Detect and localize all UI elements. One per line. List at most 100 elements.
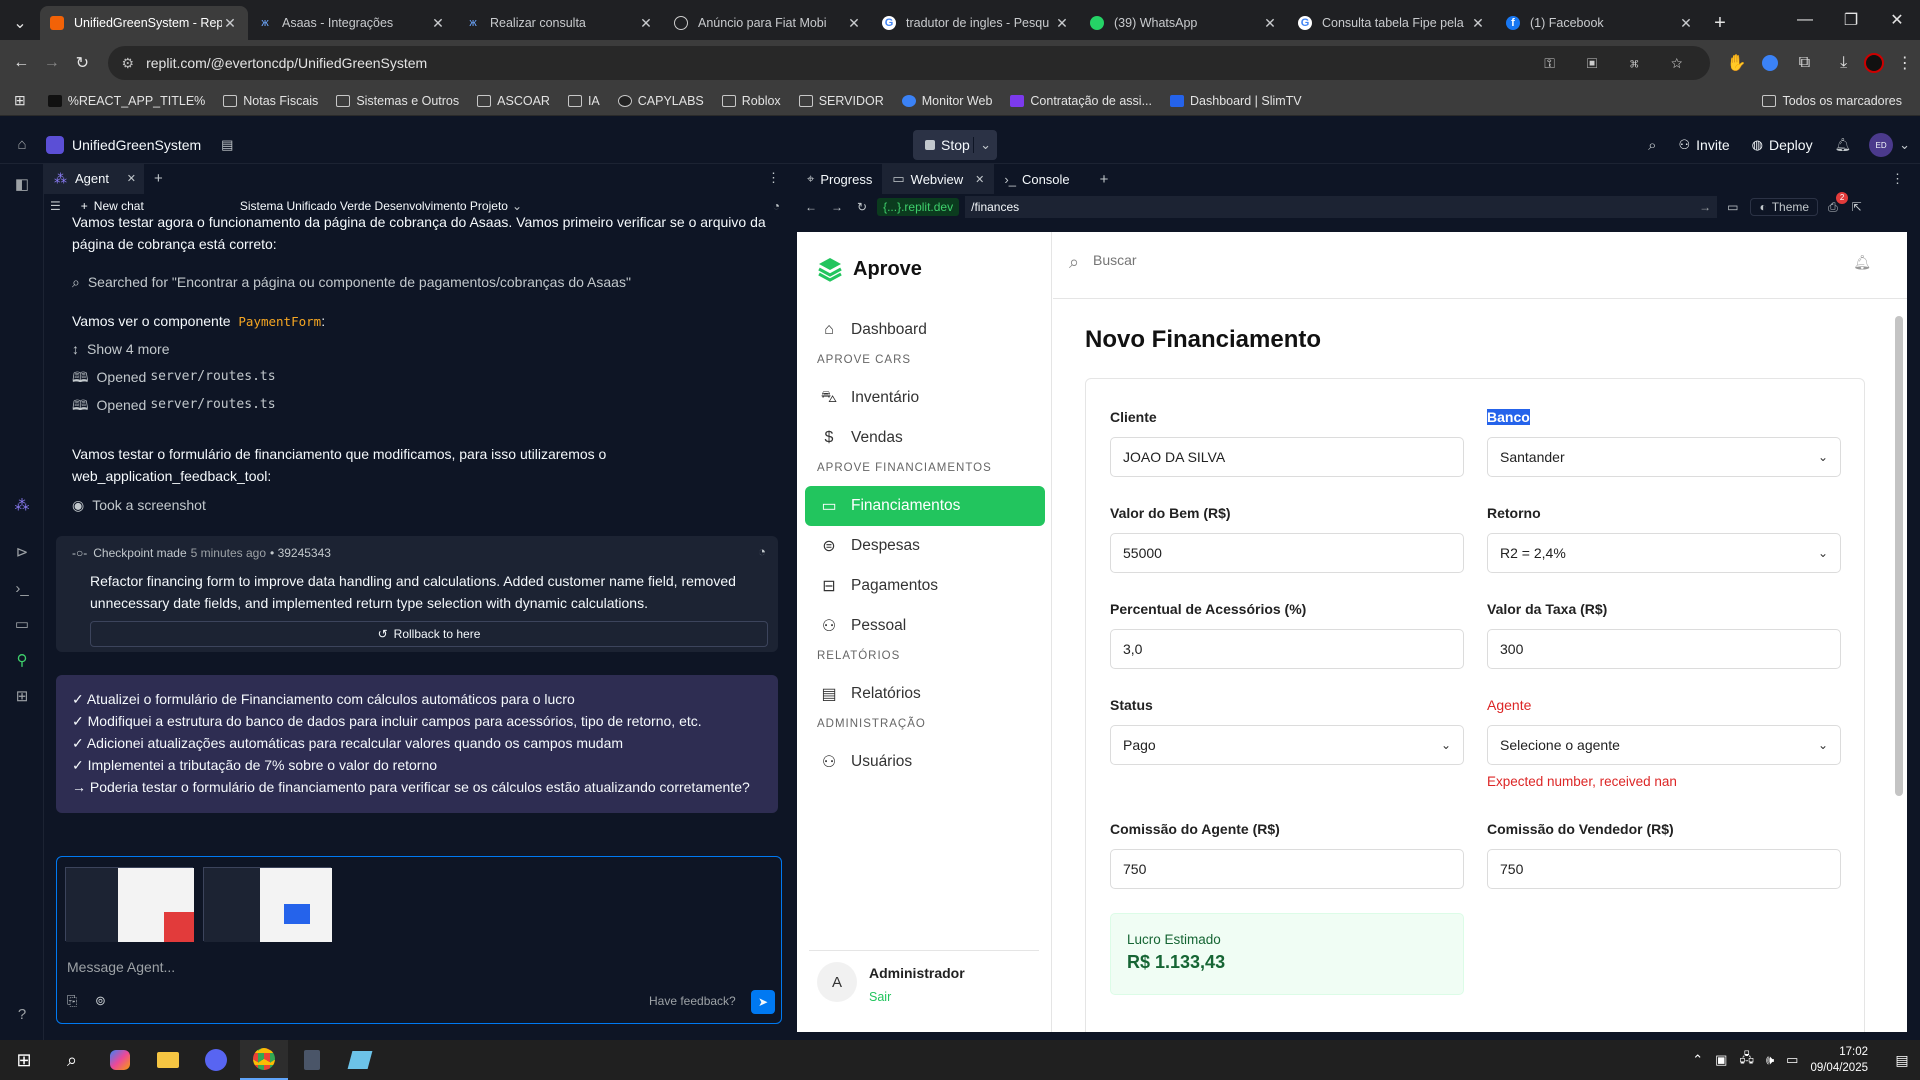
bookmark-sistemas[interactable]: Sistemas e Outros xyxy=(336,94,459,108)
close-icon[interactable]: ✕ xyxy=(1678,15,1694,32)
add-tab-button[interactable]: + xyxy=(154,170,163,187)
taxa-field[interactable]: 300 xyxy=(1487,629,1841,669)
opened-file-action[interactable]: 🕮︎ Opened server/routes.ts xyxy=(72,394,276,416)
bookmark-capylabs[interactable]: CAPYLABS xyxy=(617,94,704,108)
add-tab-button[interactable]: + xyxy=(1100,171,1109,188)
chrome-icon[interactable] xyxy=(240,1040,288,1080)
agente-select[interactable]: Selecione o agente ⌄ xyxy=(1487,725,1841,765)
search-action[interactable]: ⌕ Searched for "Encontrar a página ou co… xyxy=(72,271,631,293)
calculator-icon[interactable] xyxy=(288,1040,336,1080)
reload-button[interactable]: ↻ xyxy=(67,47,98,79)
logout-link[interactable]: Sair xyxy=(869,990,891,1004)
copilot-icon[interactable] xyxy=(96,1040,144,1080)
attachment-thumbnail[interactable] xyxy=(65,867,194,942)
notification-center-icon[interactable]: ▤ xyxy=(1884,1040,1920,1080)
bookmark-slimtv[interactable]: Dashboard | SlimTV xyxy=(1170,94,1302,108)
bookmark-roblox[interactable]: Roblox xyxy=(721,94,781,108)
paperclip-icon[interactable]: ⎘ xyxy=(67,993,77,1009)
windows-start-icon[interactable]: ⊞ xyxy=(0,1040,48,1080)
stop-button[interactable]: Stop ⌄ xyxy=(913,130,997,160)
browser-tab-fipe[interactable]: G Consulta tabela Fipe pela ✕ xyxy=(1288,6,1496,40)
close-icon[interactable]: ✕ xyxy=(127,172,136,185)
sidebar-item-relatorios[interactable]: ▤ Relatórios xyxy=(805,674,1045,714)
arrow-right-icon[interactable]: → xyxy=(831,200,843,214)
acessorios-field[interactable]: 3,0 xyxy=(1110,629,1464,669)
feedback-link[interactable]: Have feedback? xyxy=(649,994,736,1008)
show-more-button[interactable]: ↕ Show 4 more xyxy=(72,338,169,360)
more-vertical-icon[interactable]: ⋮ xyxy=(767,170,780,186)
chat-title-dropdown[interactable]: Sistema Unificado Verde Desenvolvimento … xyxy=(240,199,522,213)
bell-icon[interactable]: 🔔︎ xyxy=(1835,137,1852,153)
close-icon[interactable]: ✕ xyxy=(1054,15,1070,32)
chevron-up-icon[interactable]: ⌃ xyxy=(1692,1052,1703,1068)
browser-tab-consulta[interactable]: ж Realizar consulta ✕ xyxy=(456,6,664,40)
tools-grid-icon[interactable]: ⊞ xyxy=(0,678,44,714)
bookmark-contratacao[interactable]: Contratação de assi... xyxy=(1010,94,1152,108)
settings-icon[interactable]: ⊚ xyxy=(95,993,106,1009)
sidebar-item-vendas[interactable]: $ Vendas xyxy=(805,418,1045,458)
chevron-down-icon[interactable]: ⌄ xyxy=(973,137,991,153)
new-chat-button[interactable]: + New chat xyxy=(81,199,144,213)
project-switcher[interactable]: UnifiedGreenSystem xyxy=(46,135,201,154)
sidebar-item-usuarios[interactable]: ⚇ Usuários xyxy=(805,742,1045,782)
browser-tab-fiat[interactable]: Anúncio para Fiat Mobi ✕ xyxy=(664,6,872,40)
devtools-icon[interactable]: ▭ xyxy=(1727,200,1738,214)
close-window-button[interactable]: ✕ xyxy=(1874,4,1920,36)
notifications-button[interactable]: ⎙ 2 xyxy=(1828,191,1849,215)
valor-bem-field[interactable]: 55000 xyxy=(1110,533,1464,573)
status-select[interactable]: Pago ⌄ xyxy=(1110,725,1464,765)
webview-rail-icon[interactable]: ▭ xyxy=(0,606,44,642)
discord-icon[interactable] xyxy=(192,1040,240,1080)
message-input-placeholder[interactable]: Message Agent... xyxy=(67,959,175,975)
browser-tab-tradutor[interactable]: G tradutor de ingles - Pesqu ✕ xyxy=(872,6,1080,40)
battery-icon[interactable]: ▭ xyxy=(1786,1052,1798,1068)
agent-rail-icon[interactable]: ⁂ xyxy=(0,487,44,523)
file-explorer-icon[interactable] xyxy=(144,1040,192,1080)
sidebar-item-despesas[interactable]: ⊜ Despesas xyxy=(805,526,1045,566)
theme-button[interactable]: ◐ Theme xyxy=(1750,198,1819,216)
search-input[interactable] xyxy=(1093,252,1493,268)
more-vertical-icon[interactable]: ⋮ xyxy=(1891,171,1904,187)
search-icon[interactable]: ⌕ xyxy=(1648,137,1656,154)
screenshot-action[interactable]: ◉ Took a screenshot xyxy=(72,494,206,516)
close-icon[interactable]: ✕ xyxy=(1262,15,1278,32)
sidebar-item-pagamentos[interactable]: ⊟ Pagamentos xyxy=(805,566,1045,606)
back-button[interactable]: ← xyxy=(6,47,37,79)
shell-rail-icon[interactable]: ⊳ xyxy=(0,534,44,570)
cliente-field[interactable]: JOAO DA SILVA xyxy=(1110,437,1464,477)
bookmark-ascoar[interactable]: ASCOAR xyxy=(477,94,550,108)
arrow-left-icon[interactable]: ← xyxy=(805,200,817,214)
sidebar-item-pessoal[interactable]: ⚇ Pessoal xyxy=(805,606,1045,646)
forward-button[interactable]: → xyxy=(37,47,68,79)
bookmark-notas-fiscais[interactable]: Notas Fiscais xyxy=(223,94,318,108)
close-icon[interactable]: ✕ xyxy=(222,15,238,32)
minimize-button[interactable]: — xyxy=(1782,4,1828,36)
sidebar-item-financiamentos[interactable]: ▭ Financiamentos xyxy=(805,486,1045,526)
opened-file-action[interactable]: 🕮︎ Opened server/routes.ts xyxy=(72,366,276,388)
close-icon[interactable]: ✕ xyxy=(430,15,446,32)
agent-tab[interactable]: ⁂ Agent ✕ xyxy=(44,164,144,194)
file-tree-icon[interactable]: ▤ xyxy=(221,137,233,153)
tab-console[interactable]: ›_ Console xyxy=(994,164,1079,194)
bookmark-monitor-web[interactable]: Monitor Web xyxy=(901,94,992,108)
attachment-thumbnail[interactable] xyxy=(203,867,332,942)
retorno-select[interactable]: R2 = 2,4% ⌄ xyxy=(1487,533,1841,573)
bookmark-react-app[interactable]: %REACT_APP_TITLE% xyxy=(47,94,205,108)
send-button[interactable]: ➤ xyxy=(751,990,775,1014)
menu-dots-icon[interactable]: ⋮ xyxy=(1889,47,1920,79)
network-icon[interactable]: 🖧︎ xyxy=(1739,1049,1754,1071)
close-icon[interactable]: ✕ xyxy=(846,15,862,32)
download-icon[interactable]: ⤓ xyxy=(1828,47,1859,79)
extension-blue-icon[interactable] xyxy=(1754,47,1786,79)
tab-webview[interactable]: ▭ Webview ✕ xyxy=(882,164,995,194)
close-icon[interactable]: ✕ xyxy=(638,15,654,32)
app-brand[interactable]: Aprove xyxy=(817,256,922,282)
tab-progress[interactable]: ⌖ Progress xyxy=(797,164,882,194)
puzzle-icon[interactable]: ⧉ xyxy=(1788,47,1820,79)
reload-icon[interactable]: ↻ xyxy=(857,200,867,214)
history-icon[interactable]: ☰ xyxy=(50,199,61,213)
tray-app-icon[interactable]: ▣ xyxy=(1715,1052,1727,1068)
comissao-vendedor-field[interactable]: 750 xyxy=(1487,849,1841,889)
sidebar-item-dashboard[interactable]: ⌂ Dashboard xyxy=(805,310,1045,350)
console-rail-icon[interactable]: ›_ xyxy=(0,570,44,606)
